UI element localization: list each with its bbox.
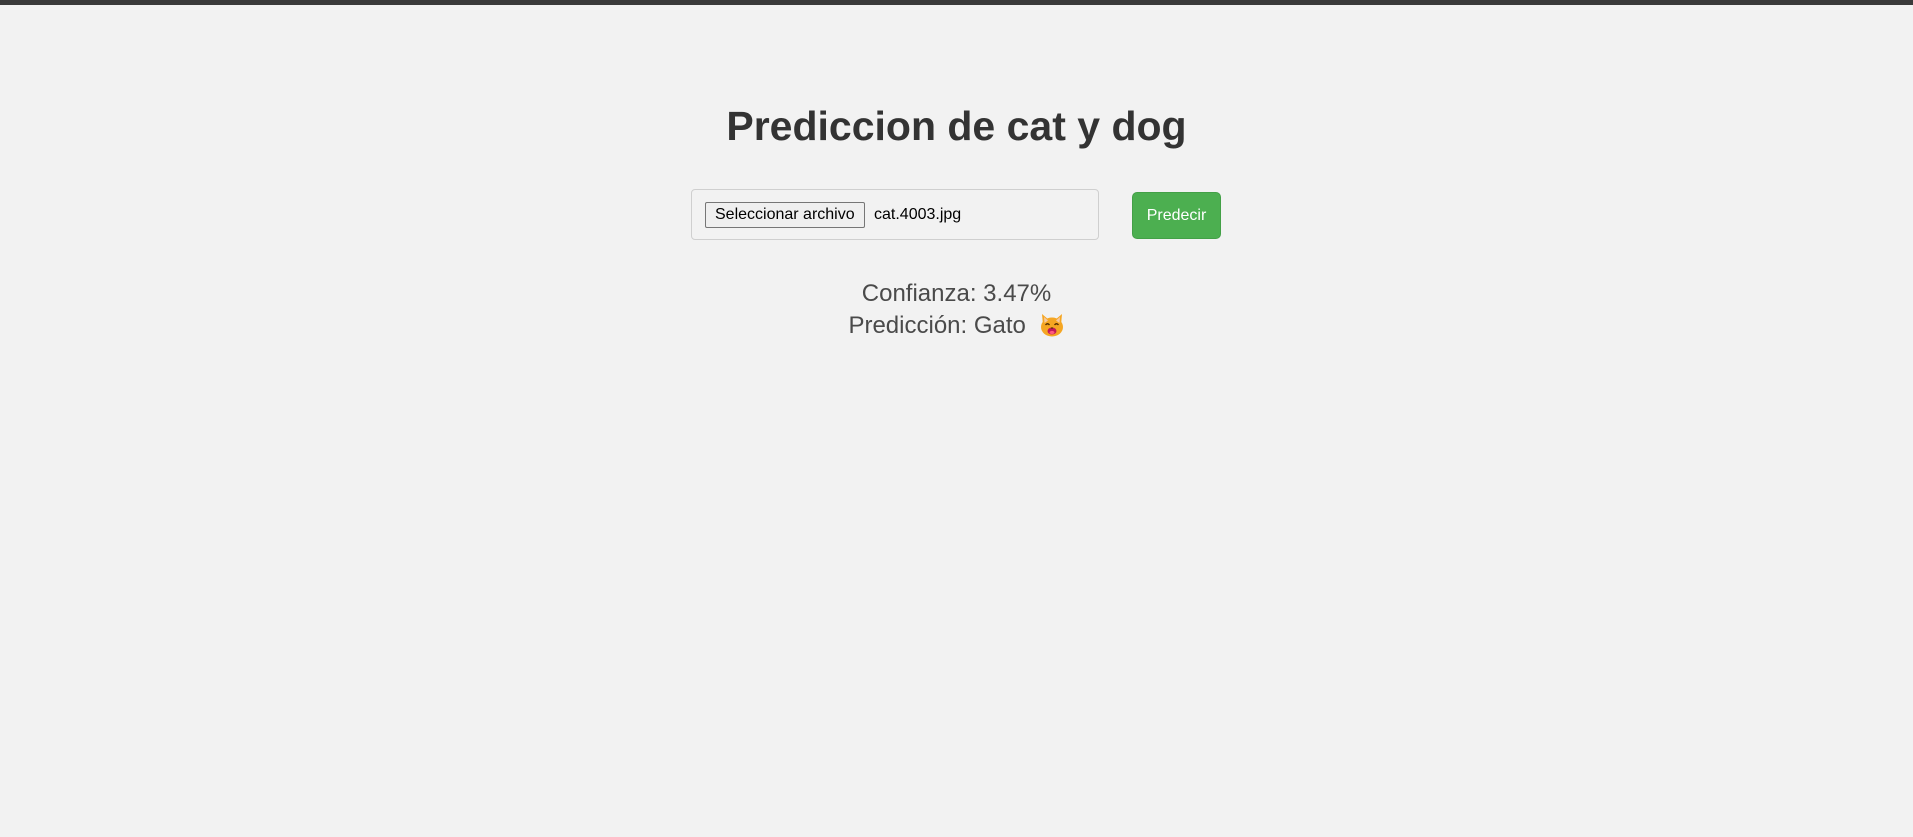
prediction-result: Predicción: Gato [0,311,1913,341]
prediction-label: Predicción: Gato [848,312,1026,339]
predict-button[interactable]: Predecir [1132,192,1221,239]
choose-file-button[interactable]: Seleccionar archivo [705,202,865,228]
cat-face-icon [1039,312,1065,338]
top-bar [0,0,1913,5]
page-title: Prediccion de cat y dog [726,103,1187,149]
confidence-result: Confianza: 3.47% [861,280,1052,307]
selected-file-name: cat.4003.jpg [874,206,962,223]
file-upload-box: Seleccionar archivo cat.4003.jpg [691,189,1099,240]
